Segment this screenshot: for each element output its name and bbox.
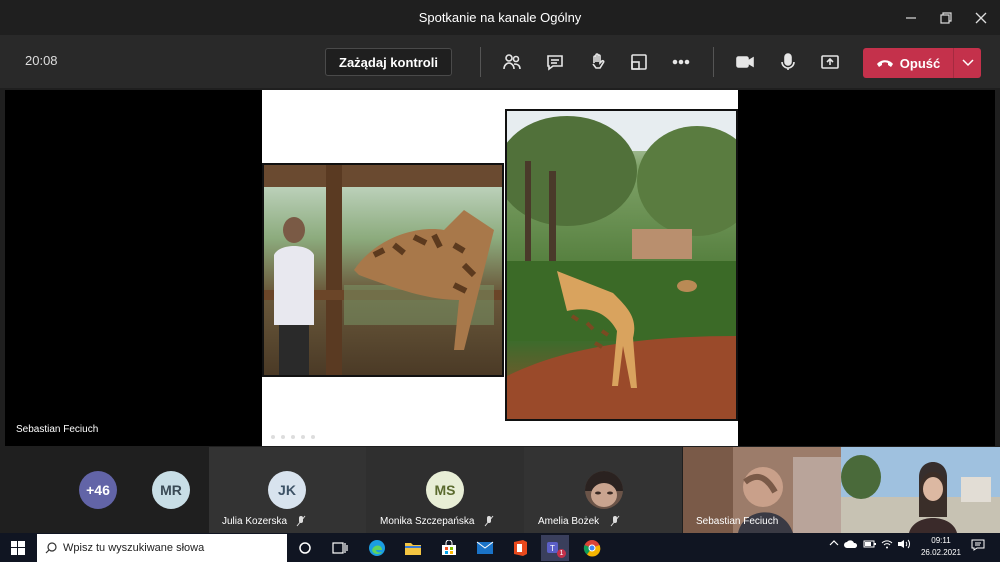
store-button[interactable] <box>437 536 461 560</box>
hang-up-icon <box>876 60 893 67</box>
start-button[interactable] <box>6 536 30 560</box>
close-icon <box>975 12 987 23</box>
window-title: Spotkanie na kanale Ogólny <box>418 10 582 25</box>
chevron-down-icon <box>961 59 974 67</box>
search-icon <box>45 542 57 554</box>
folder-icon <box>405 543 421 555</box>
avatar-mr[interactable]: MR <box>152 471 190 509</box>
windows-taskbar: Wpisz tu wyszukiwane słowa T 1 09:11 26.… <box>0 533 1000 562</box>
participant-tile-julia[interactable]: JK Julia Kozerska <box>209 447 366 533</box>
restore-button[interactable] <box>928 0 964 35</box>
participants-icon <box>503 54 521 70</box>
store-icon <box>442 540 456 555</box>
giraffe-feeding-photo <box>262 163 504 377</box>
search-placeholder: Wpisz tu wyszukiwane słowa <box>63 542 205 554</box>
edge-taskbar-button[interactable] <box>365 536 389 560</box>
clock-time: 09:11 <box>931 536 951 545</box>
tray-chevron-icon[interactable] <box>829 539 839 550</box>
participant-tile-monika[interactable]: MS Monika Szczepańska <box>366 447 524 533</box>
camera-icon <box>736 56 754 68</box>
microphone-button[interactable] <box>775 49 801 75</box>
video-feed-self <box>841 447 1000 533</box>
share-screen-icon <box>821 55 839 69</box>
more-icon <box>672 59 690 65</box>
task-view-icon <box>332 542 348 554</box>
volume-icon[interactable] <box>897 539 911 552</box>
toolbar-divider <box>713 47 714 77</box>
participant-name: Julia Kozerska <box>222 516 288 527</box>
request-control-button[interactable]: Zażądaj kontroli <box>325 48 452 76</box>
svg-text:T: T <box>550 544 555 553</box>
teams-taskbar-button[interactable]: T 1 <box>541 535 569 561</box>
camera-button[interactable] <box>732 49 758 75</box>
chrome-button[interactable] <box>580 536 604 560</box>
toolbar-divider <box>480 47 481 77</box>
leave-button-group: Opuść <box>863 48 981 78</box>
show-participants-button[interactable] <box>499 49 525 75</box>
edge-icon <box>369 540 385 556</box>
raise-hand-icon <box>592 53 605 69</box>
more-actions-button[interactable] <box>668 49 694 75</box>
overflow-participants-button[interactable]: +46 <box>79 471 117 509</box>
participant-strip: +46 MR JK Julia Kozerska MS Monika Szcze… <box>0 447 1000 533</box>
participant-name: Amelia Bożek <box>538 516 600 527</box>
teams-notification-badge: 1 <box>557 549 566 558</box>
clock-date: 26.02.2021 <box>920 548 962 557</box>
show-conversation-button[interactable] <box>542 49 568 75</box>
restore-icon <box>940 11 952 24</box>
wifi-icon[interactable] <box>881 539 893 552</box>
mail-icon <box>476 541 494 554</box>
leave-label: Opuść <box>899 55 941 71</box>
microphone-icon <box>781 53 795 70</box>
raise-hand-button[interactable] <box>585 49 611 75</box>
giraffe-walking-photo <box>505 109 738 421</box>
participant-video-sebastian[interactable]: Sebastian Feciuch <box>683 447 841 533</box>
battery-icon[interactable] <box>863 539 877 552</box>
share-screen-button[interactable] <box>817 49 843 75</box>
cortana-icon <box>299 542 311 554</box>
participant-name: Sebastian Feciuch <box>696 516 779 527</box>
taskbar-search-box[interactable]: Wpisz tu wyszukiwane słowa <box>37 534 287 562</box>
leave-options-button[interactable] <box>954 59 981 67</box>
task-view-button[interactable] <box>328 536 352 560</box>
mic-off-icon <box>484 515 494 527</box>
avatar-ms: MS <box>426 471 464 509</box>
minimize-button[interactable] <box>893 0 929 35</box>
system-clock[interactable]: 09:11 26.02.2021 <box>916 535 966 559</box>
breakout-rooms-icon <box>631 54 647 70</box>
office-icon <box>514 540 527 556</box>
teams-meeting-window: Spotkanie na kanale Ogólny 20:08 Zażądaj… <box>0 0 1000 562</box>
rooms-button[interactable] <box>626 49 652 75</box>
action-center-icon[interactable] <box>971 539 985 554</box>
mic-off-icon <box>610 515 620 527</box>
avatar-jk: JK <box>268 471 306 509</box>
minimize-icon <box>906 16 916 19</box>
avatar-photo-amelia <box>585 471 623 509</box>
participant-tile-amelia[interactable]: Amelia Bożek <box>524 447 682 533</box>
file-explorer-button[interactable] <box>401 536 425 560</box>
onedrive-icon[interactable] <box>844 539 858 552</box>
participant-name: Monika Szczepańska <box>380 516 475 527</box>
meeting-toolbar: 20:08 Zażądaj kontroli Opuść <box>0 35 1000 88</box>
chat-icon <box>547 55 563 71</box>
chrome-icon <box>583 540 601 557</box>
presenter-name-label: Sebastian Feciuch <box>16 424 99 435</box>
office-button[interactable] <box>508 536 532 560</box>
slide-nav-icons <box>271 435 315 439</box>
participant-video-self[interactable] <box>841 447 1000 533</box>
close-window-button[interactable] <box>963 0 999 35</box>
meeting-timer: 20:08 <box>25 53 58 68</box>
mail-button[interactable] <box>473 536 497 560</box>
mic-off-icon <box>296 515 306 527</box>
cortana-button[interactable] <box>293 536 317 560</box>
windows-logo-icon <box>11 541 25 555</box>
leave-button[interactable]: Opuść <box>863 48 953 78</box>
title-bar: Spotkanie na kanale Ogólny <box>0 0 1000 35</box>
